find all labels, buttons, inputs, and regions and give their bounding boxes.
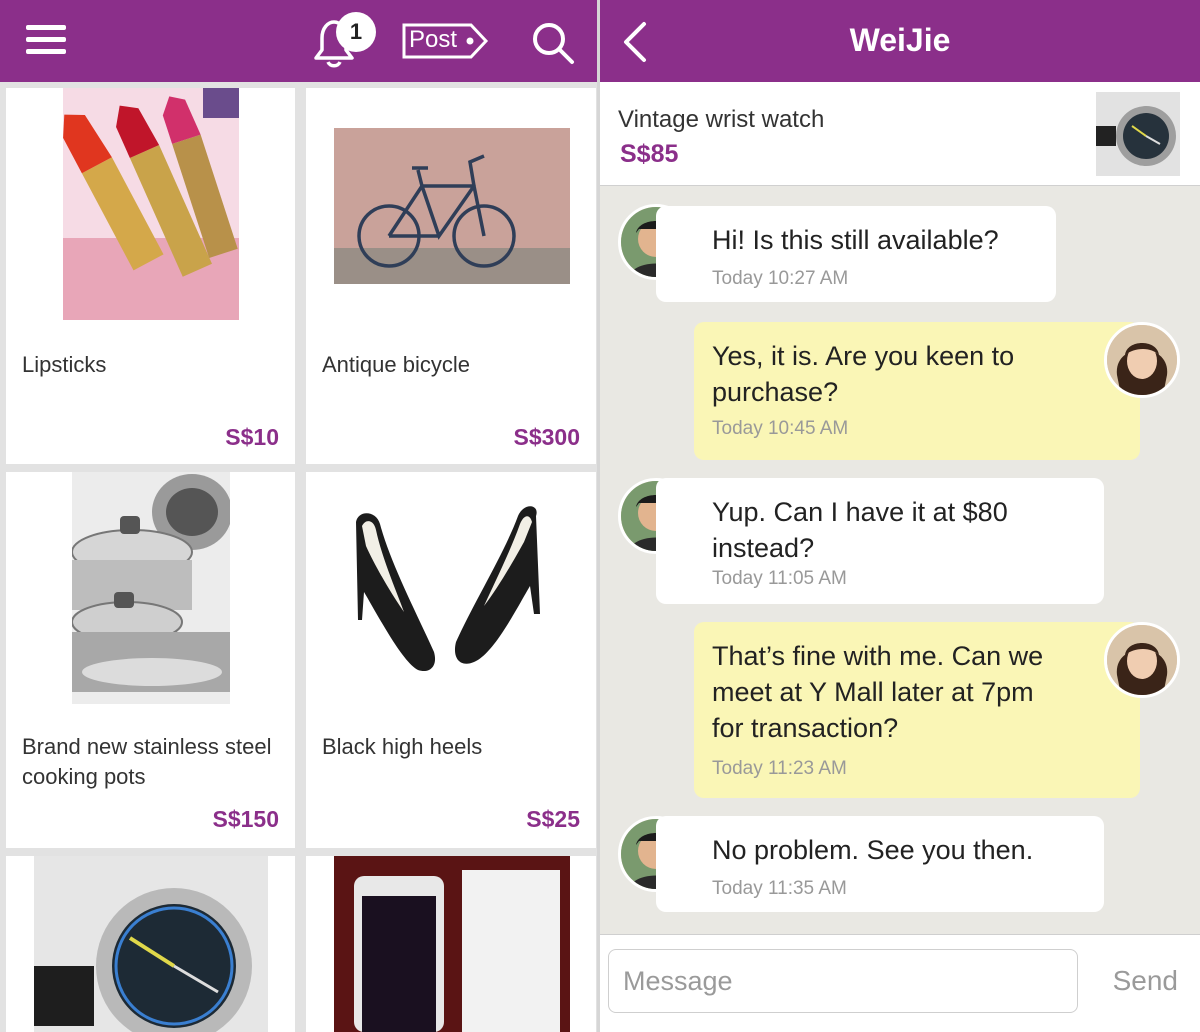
- message-timestamp: Today 11:35 AM: [712, 878, 847, 899]
- item-name: Vintage wrist watch: [618, 106, 825, 133]
- listing-title: Lipsticks: [22, 352, 107, 377]
- message-text: That’s fine with me. Can we meet at Y Ma…: [712, 641, 1044, 743]
- listing-price: S$150: [212, 806, 279, 832]
- listing-price: S$10: [225, 424, 279, 450]
- iphone-photo: [334, 856, 570, 1032]
- listing-card[interactable]: [306, 856, 596, 1032]
- item-thumbnail: [1096, 92, 1180, 176]
- hamburger-menu-icon: [26, 25, 66, 30]
- listing-card[interactable]: Black high heels S$25: [306, 472, 596, 848]
- post-label[interactable]: Post: [409, 26, 457, 54]
- message-text: Yup. Can I have it at $80 instead?: [712, 497, 1008, 563]
- listing-card[interactable]: Lipsticks S$10: [6, 88, 295, 464]
- message-text: Hi! Is this still available?: [712, 225, 999, 255]
- notification-count-badge: 1: [336, 12, 376, 52]
- message-text: No problem. See you then.: [712, 835, 1034, 865]
- listings-screen: 1 Post Lipsticks S$10 Antique bicycle S$…: [0, 0, 600, 1032]
- message-bubble-received: Yup. Can I have it at $80 instead? Today…: [656, 478, 1104, 604]
- lipsticks-photo: [63, 88, 239, 320]
- message-bubble-received: No problem. See you then. Today 11:35 AM: [656, 816, 1104, 912]
- listing-price: S$25: [526, 806, 580, 832]
- search-button[interactable]: [530, 20, 576, 66]
- message-bubble-received: Hi! Is this still available? Today 10:27…: [656, 206, 1056, 302]
- message-timestamp: Today 11:05 AM: [712, 568, 847, 589]
- message-timestamp: Today 10:45 AM: [712, 418, 849, 439]
- message-input[interactable]: [608, 949, 1078, 1013]
- message-timestamp: Today 11:23 AM: [712, 758, 847, 779]
- message-composer: Send: [600, 934, 1200, 1032]
- chat-screen: WeiJie Vintage wrist watch S$85 Hi! Is t…: [600, 0, 1200, 1032]
- high-heels-photo: [346, 502, 556, 682]
- chat-header: WeiJie: [600, 0, 1200, 82]
- listing-card[interactable]: Antique bicycle S$300: [306, 88, 596, 464]
- message-bubble-sent: That’s fine with me. Can we meet at Y Ma…: [694, 622, 1140, 798]
- listing-card[interactable]: [6, 856, 295, 1032]
- my-avatar[interactable]: [1104, 622, 1180, 698]
- listing-title: Black high heels: [322, 734, 483, 759]
- cooking-pots-photo: [72, 472, 230, 704]
- search-icon: [533, 23, 574, 64]
- my-avatar[interactable]: [1104, 322, 1180, 398]
- listing-price: S$300: [513, 424, 580, 450]
- menu-button[interactable]: [26, 25, 66, 57]
- message-timestamp: Today 10:27 AM: [712, 268, 849, 289]
- listings-header: 1 Post: [0, 0, 600, 82]
- listing-title: Antique bicycle: [322, 352, 470, 377]
- wrist-watch-photo: [34, 856, 268, 1032]
- chat-item-summary[interactable]: Vintage wrist watch S$85: [600, 82, 1200, 186]
- listing-title: Brand new stainless steel cooking pots: [22, 734, 272, 789]
- message-bubble-sent: Yes, it is. Are you keen to purchase? To…: [694, 322, 1140, 460]
- chat-title: WeiJie: [849, 22, 951, 58]
- listing-card[interactable]: Brand new stainless steel cooking pots S…: [6, 472, 295, 848]
- item-price: S$85: [620, 140, 679, 168]
- bicycle-photo: [334, 128, 570, 284]
- send-button[interactable]: Send: [1113, 965, 1178, 997]
- message-text: Yes, it is. Are you keen to purchase?: [712, 341, 1015, 407]
